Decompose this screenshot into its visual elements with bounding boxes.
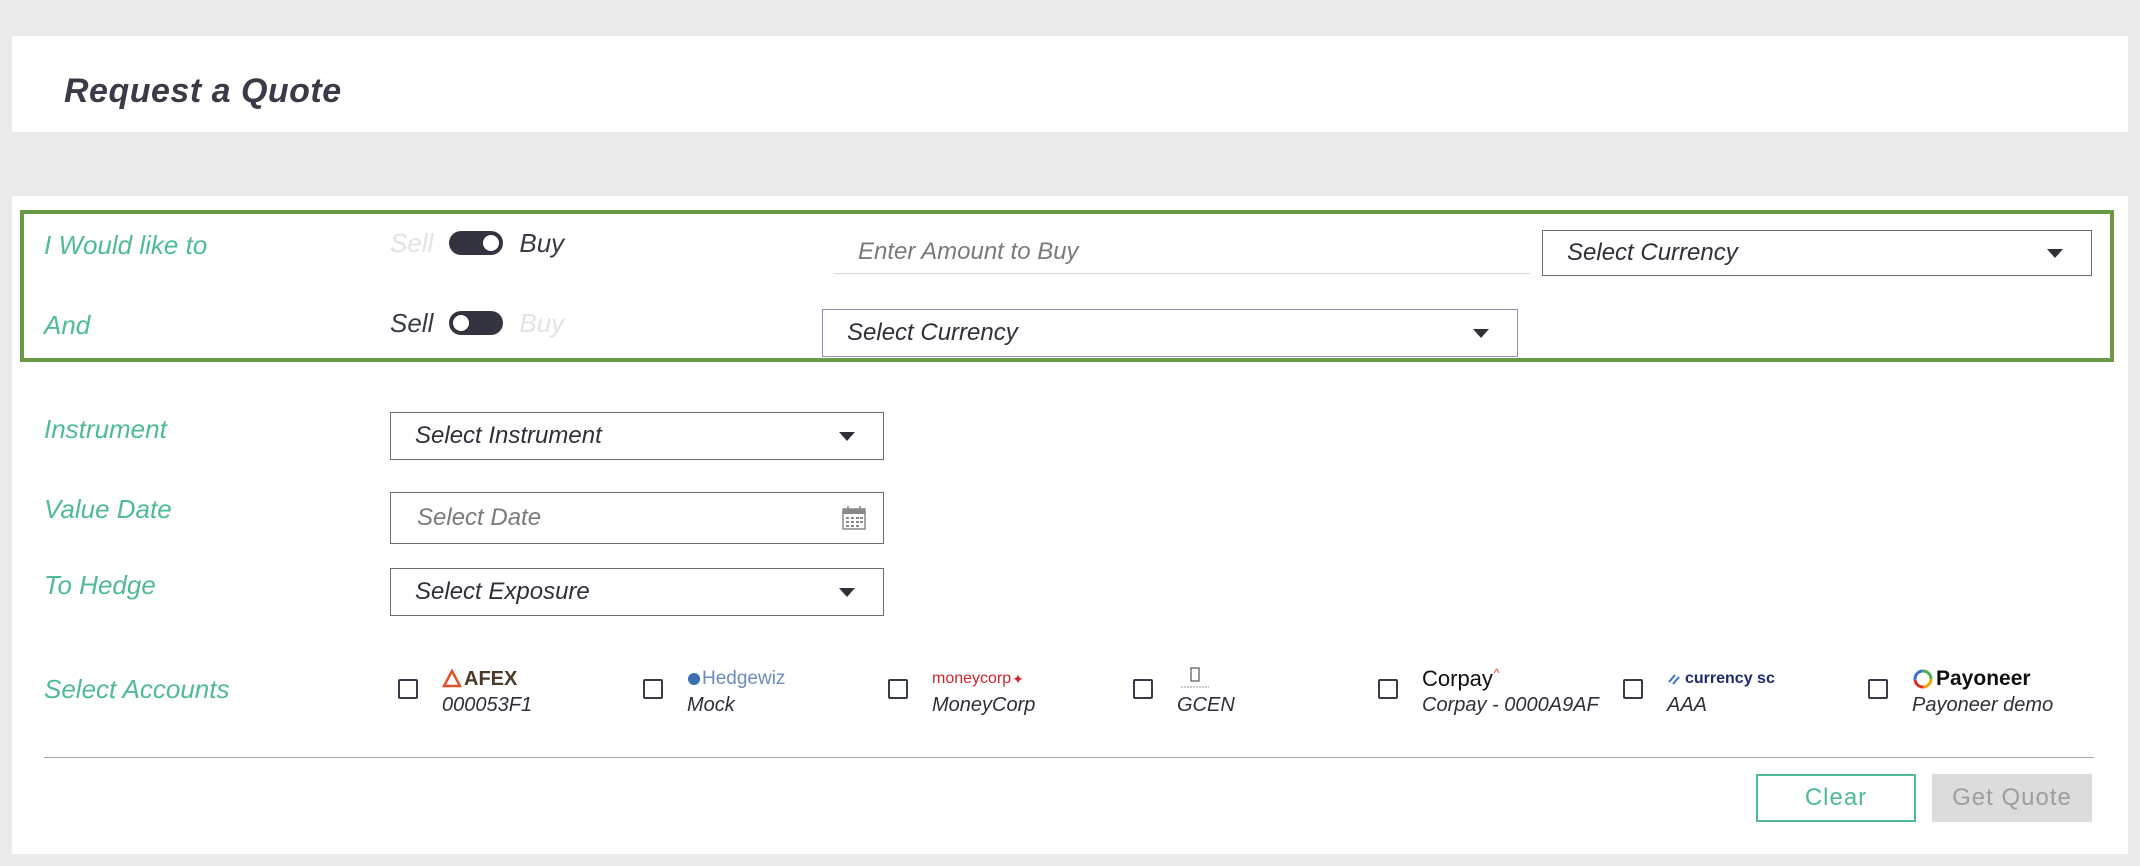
hedgewiz-logo-icon (688, 673, 700, 685)
value-date-input[interactable] (415, 503, 841, 533)
quote-form: I Would like to Sell Buy Select Currency… (12, 196, 2128, 854)
row1-sell-buy-toggle[interactable] (449, 231, 504, 255)
instrument-value: Select Instrument (415, 422, 602, 449)
account-gcen: GCEN (1133, 666, 1235, 717)
account-afex: AFEX 000053F1 (398, 666, 532, 717)
account-checkbox-currency-solutions[interactable] (1623, 679, 1643, 699)
sell-currency-select[interactable]: Select Currency (822, 309, 1518, 357)
exposure-value: Select Exposure (415, 578, 590, 605)
afex-logo-icon (442, 669, 462, 688)
hedgewiz-logo: Hedgewiz (687, 666, 785, 692)
account-checkbox-gcen[interactable] (1133, 679, 1153, 699)
buy-currency-select[interactable]: Select Currency (1542, 230, 2092, 276)
row1-sell-label: Sell (390, 227, 434, 258)
payoneer-logo: Payoneer (1912, 666, 2053, 692)
get-quote-button[interactable]: Get Quote (1932, 774, 2092, 822)
account-name: MoneyCorp (932, 694, 1036, 716)
account-currency-solutions: currency sc AAA (1623, 666, 1775, 717)
row1-buy-label: Buy (519, 227, 565, 258)
select-accounts-label: Select Accounts (44, 674, 230, 704)
corpay-caret-icon: ^ (1493, 666, 1500, 680)
currency-solutions-logo: currency sc (1667, 666, 1775, 692)
account-checkbox-hedgewiz[interactable] (643, 679, 663, 699)
payoneer-logo-icon (1913, 669, 1933, 689)
header-card: Request a Quote (12, 36, 2128, 132)
clear-button[interactable]: Clear (1756, 774, 1916, 822)
buy-currency-value: Select Currency (1567, 239, 1738, 266)
moneycorp-star-icon: ✦ (1012, 670, 1024, 687)
gcen-logo-icon (1181, 667, 1209, 688)
currency-solutions-logo-icon (1668, 674, 1680, 685)
row1-label: I Would like to (44, 230, 208, 260)
account-name: Payoneer demo (1912, 694, 2054, 716)
account-name: Mock (687, 694, 735, 716)
toggle-knob (453, 315, 470, 331)
sell-currency-value: Select Currency (847, 319, 1018, 346)
afex-logo: AFEX (442, 666, 532, 692)
row2-sell-label: Sell (390, 307, 434, 338)
caret-down-icon (839, 431, 855, 441)
account-name: GCEN (1177, 694, 1235, 716)
instrument-select[interactable]: Select Instrument (390, 412, 884, 460)
toggle-knob (483, 235, 500, 251)
divider (44, 757, 2094, 758)
caret-down-icon (1473, 328, 1489, 338)
account-hedgewiz: Hedgewiz Mock (643, 666, 785, 717)
row2-sell-buy-toggle[interactable] (449, 311, 504, 335)
account-checkbox-payoneer[interactable] (1868, 679, 1888, 699)
account-name: 000053F1 (442, 694, 533, 716)
instrument-label: Instrument (44, 414, 167, 444)
row2-buy-label: Buy (519, 307, 565, 338)
corpay-logo: Corpay ^ (1422, 666, 1500, 691)
account-checkbox-afex[interactable] (398, 679, 418, 699)
account-corpay: Corpay ^ Corpay - 0000A9AF (1378, 666, 1599, 717)
caret-down-icon (2047, 248, 2063, 258)
gcen-logo (1177, 666, 1235, 692)
row2-sell-buy-toggle-group: Sell Buy (390, 306, 564, 340)
exposure-select[interactable]: Select Exposure (390, 568, 884, 616)
calendar-icon[interactable] (841, 505, 867, 531)
row2-label: And (44, 310, 91, 340)
page-title: Request a Quote (64, 72, 342, 110)
row1-sell-buy-toggle-group: Sell Buy (390, 226, 564, 260)
account-payoneer: Payoneer Payoneer demo (1868, 666, 2053, 717)
account-moneycorp: moneycorp ✦ MoneyCorp (888, 666, 1035, 717)
moneycorp-logo: moneycorp ✦ (932, 670, 1024, 687)
caret-down-icon (839, 587, 855, 597)
account-name: AAA (1667, 694, 1708, 716)
account-checkbox-moneycorp[interactable] (888, 679, 908, 699)
account-checkbox-corpay[interactable] (1378, 679, 1398, 699)
value-date-picker[interactable] (390, 492, 884, 544)
value-date-label: Value Date (44, 494, 172, 524)
hedge-label: To Hedge (44, 570, 156, 600)
account-name: Corpay - 0000A9AF (1422, 694, 1599, 716)
amount-input[interactable] (834, 230, 1530, 274)
